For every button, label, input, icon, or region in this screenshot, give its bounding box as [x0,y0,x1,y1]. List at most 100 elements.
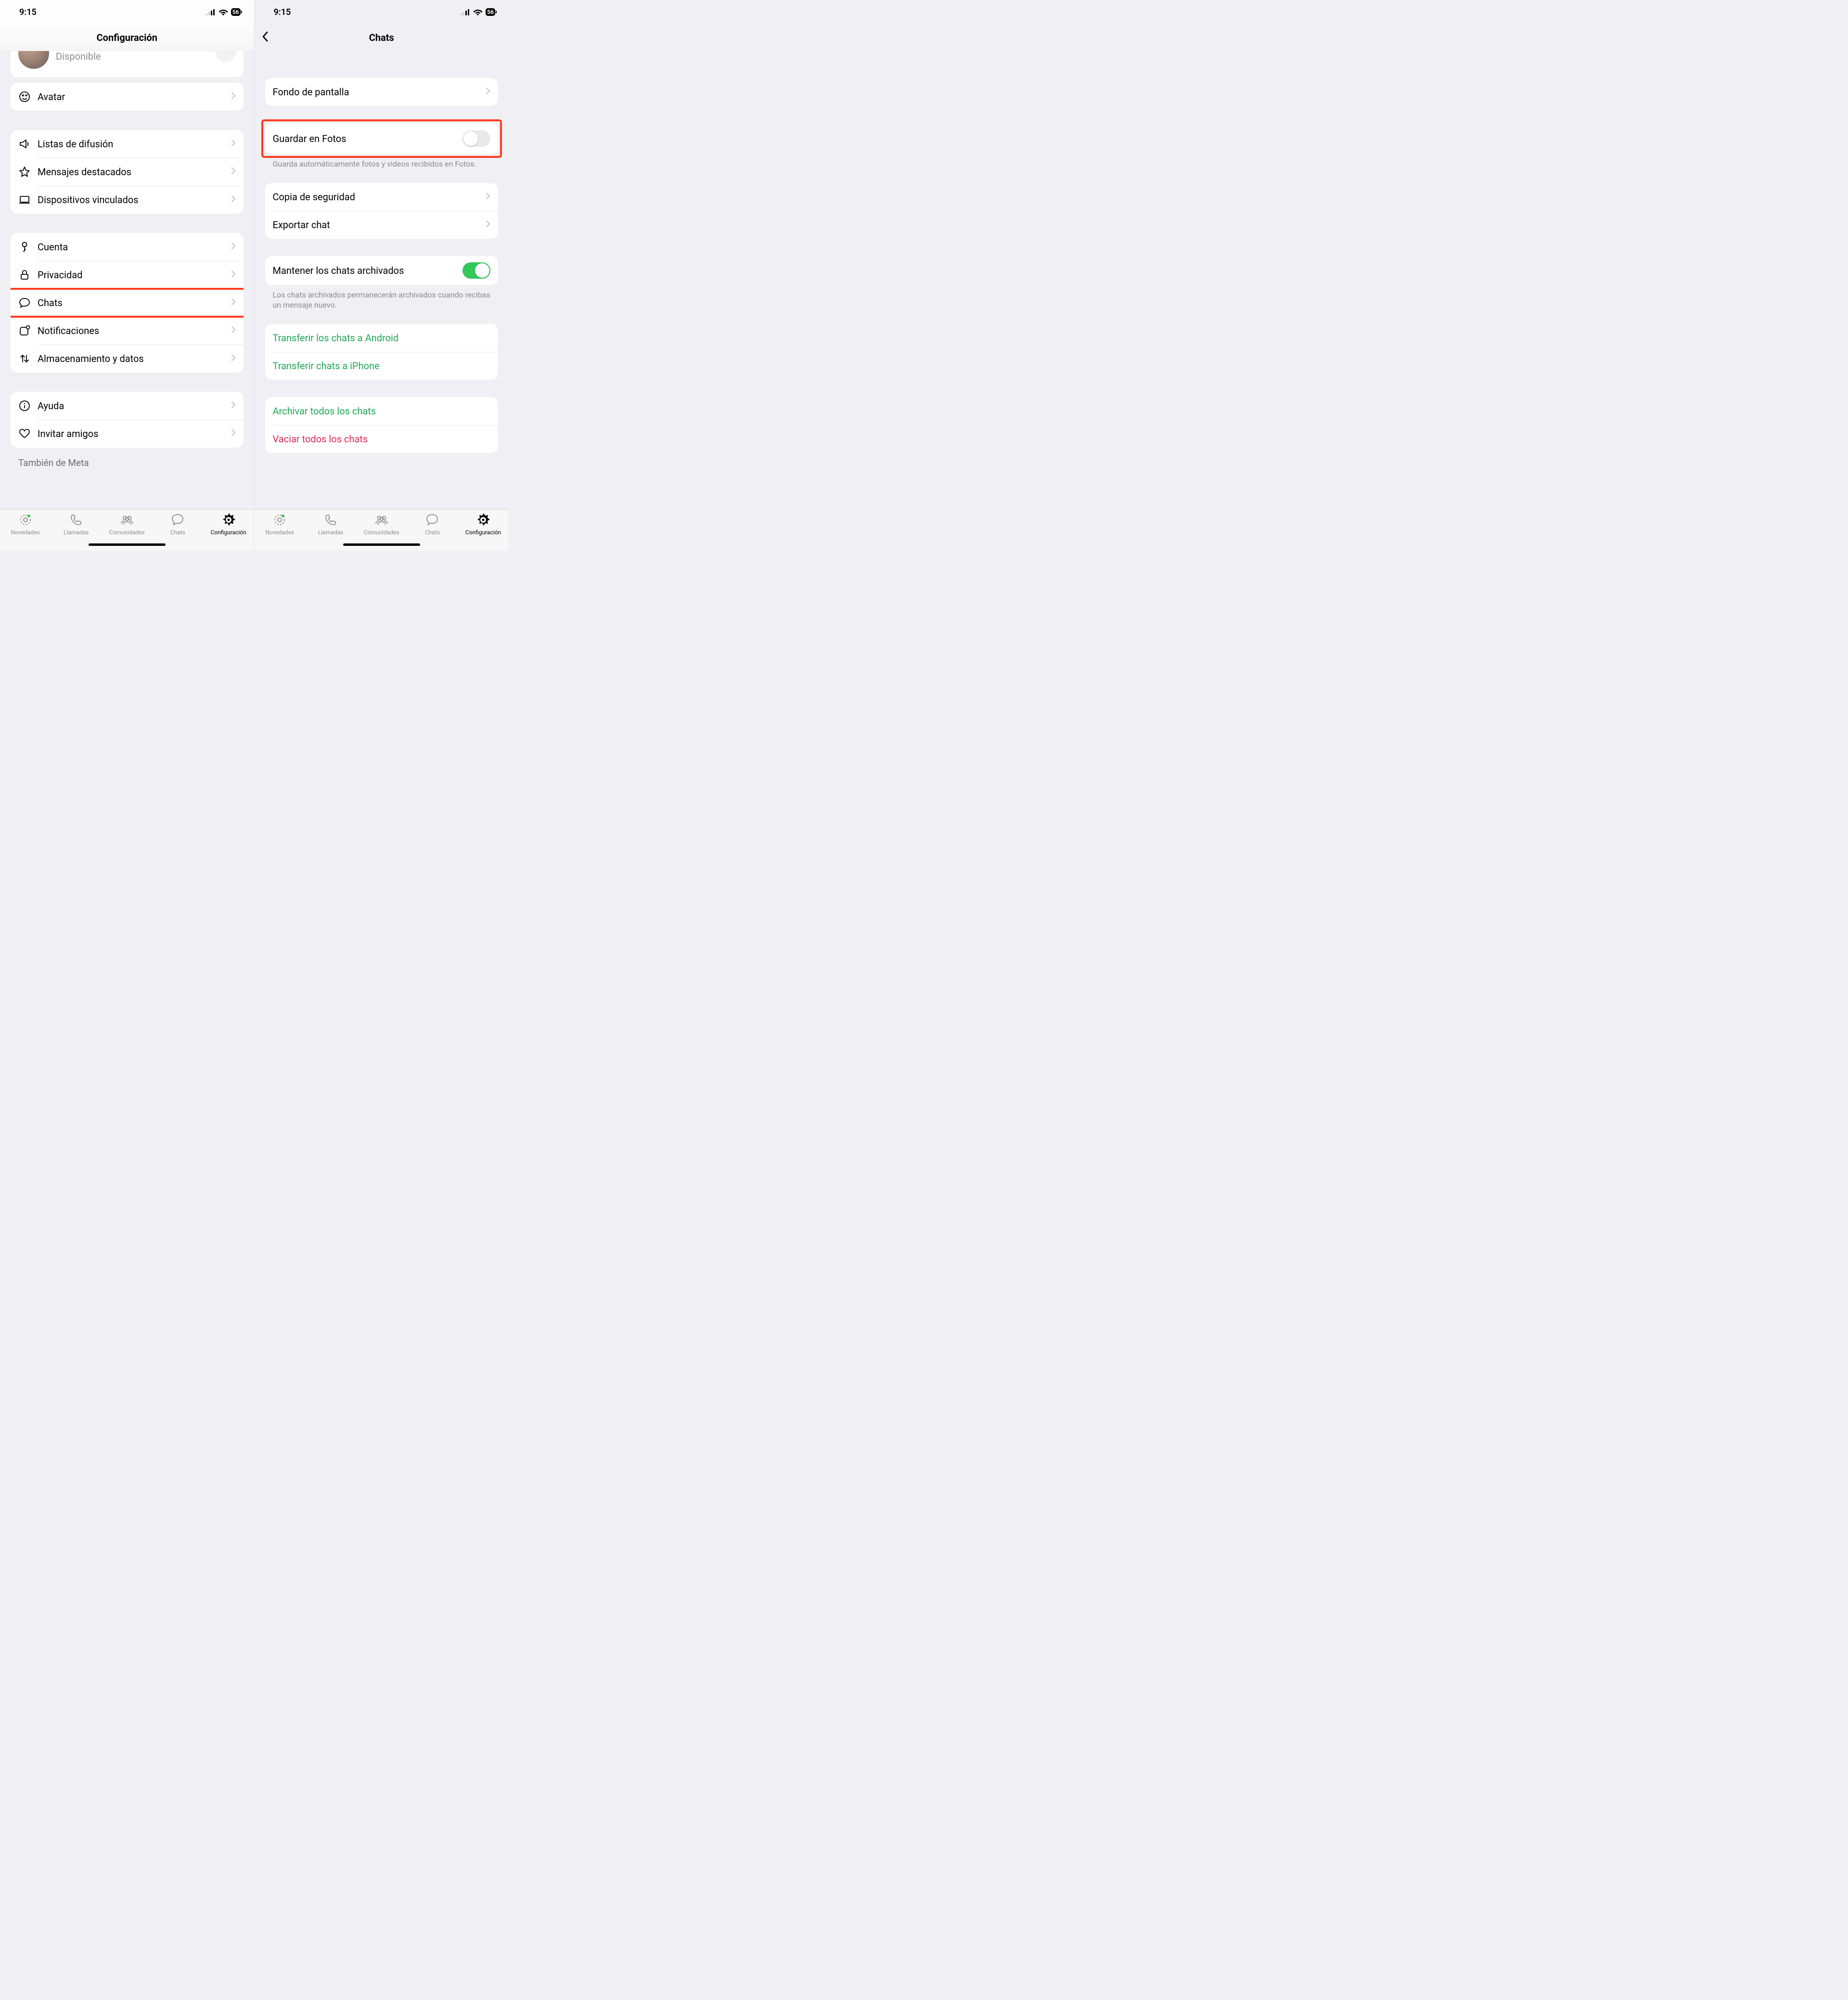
save-to-photos-cell[interactable]: Guardar en Fotos [265,123,499,154]
export-label: Exportar chat [273,219,486,231]
notifications-cell[interactable]: Notificaciones [11,317,244,345]
linked-devices-cell[interactable]: Dispositivos vinculados [11,186,244,214]
lock-icon [18,269,35,281]
tab-updates[interactable]: Novedades [255,513,306,551]
transfer-iphone-cell[interactable]: Transferir chats a iPhone [265,352,499,380]
wallpaper-cell[interactable]: Fondo de pantalla [265,78,499,106]
starred-messages-cell[interactable]: Mensajes destacados [11,158,244,186]
profile-status-text: Disponible [56,51,101,62]
back-button[interactable] [261,31,269,44]
tab-settings[interactable]: Configuración [203,513,254,551]
keep-archived-label: Mantener los chats archivados [273,265,463,276]
chevron-right-icon [231,401,236,411]
chats-scroll[interactable]: Fondo de pantalla Guardar en Fotos Guard… [255,51,509,509]
keep-archived-cell[interactable]: Mantener los chats archivados [265,256,499,285]
clear-all-cell[interactable]: Vaciar todos los chats [265,425,499,453]
nav-header: Configuración [0,24,254,51]
cellular-icon [461,9,470,15]
status-time: 9:15 [19,7,37,17]
tab-calls-label: Llamadas [318,529,343,536]
avatar-cell[interactable]: Avatar [11,83,244,111]
avatar-label: Avatar [38,91,231,103]
archive-all-cell[interactable]: Archivar todos los chats [265,397,499,425]
avatar [18,51,49,69]
help-cell[interactable]: Ayuda [11,392,244,420]
wifi-icon [473,9,483,15]
notifications-label: Notificaciones [38,325,231,336]
status-time: 9:15 [274,7,291,17]
tab-settings[interactable]: Configuración [458,513,509,551]
broadcast-label: Listas de difusión [38,138,231,150]
backup-cell[interactable]: Copia de seguridad [265,183,499,211]
group-archive-clear: Archivar todos los chats Vaciar todos lo… [265,397,499,453]
keep-archived-toggle[interactable] [462,262,490,279]
home-indicator [89,543,166,546]
linked-label: Dispositivos vinculados [38,194,231,206]
arrows-up-down-icon [18,352,35,365]
chevron-right-icon [231,242,236,252]
group-lists: Listas de difusión Mensajes destacados D… [11,130,244,214]
tab-updates-label: Novedades [265,529,294,536]
laptop-icon [18,194,35,206]
chats-label: Chats [38,297,231,309]
qr-badge[interactable] [216,51,236,62]
starred-label: Mensajes destacados [38,166,231,178]
tab-settings-label: Configuración [211,529,246,536]
transfer-android-label: Transferir los chats a Android [273,332,491,344]
status-bar: 9:15 56 [0,0,254,24]
status-icons: 56 [461,8,495,16]
transfer-android-cell[interactable]: Transferir los chats a Android [265,324,499,352]
key-icon [18,241,35,253]
backup-label: Copia de seguridad [273,191,486,203]
phone-screen-chats: 9:15 56 Chats Fondo de pantalla Guardar … [255,0,509,551]
battery-icon: 56 [486,8,495,16]
chat-bubble-icon [18,297,35,309]
account-cell[interactable]: Cuenta [11,233,244,261]
storage-label: Almacenamiento y datos [38,353,231,364]
status-bar: 9:15 56 [255,0,509,24]
chats-cell[interactable]: Chats [11,289,244,317]
tab-updates[interactable]: Novedades [0,513,51,551]
wifi-icon [218,9,228,15]
export-chat-cell[interactable]: Exportar chat [265,211,499,239]
privacy-cell[interactable]: Privacidad [11,261,244,289]
chevron-right-icon [231,92,236,102]
also-from-meta-label: También de Meta [0,448,254,468]
status-icons: 56 [206,8,241,16]
group-settings-main: Cuenta Privacidad Chats [11,233,244,373]
tab-settings-label: Configuración [465,529,501,536]
clear-all-label: Vaciar todos los chats [273,433,491,445]
privacy-label: Privacidad [38,269,231,281]
storage-cell[interactable]: Almacenamiento y datos [11,345,244,373]
transfer-iphone-label: Transferir chats a iPhone [273,360,491,372]
invite-friends-cell[interactable]: Invitar amigos [11,420,244,448]
tab-chats-label: Chats [425,529,440,536]
tab-chats-label: Chats [170,529,185,536]
group-transfer: Transferir los chats a Android Transferi… [265,324,499,380]
save-photos-footer: Guarda automáticamente fotos y videos re… [255,154,509,169]
app-badge-icon [18,324,35,337]
battery-icon: 56 [231,8,241,16]
chevron-right-icon [231,139,236,149]
tab-bar: Novedades Llamadas Comunidades Chats Con… [255,509,509,551]
tab-calls-label: Llamadas [64,529,89,536]
chevron-left-icon [261,31,269,42]
chevron-right-icon [486,220,490,230]
group-help: Ayuda Invitar amigos [11,392,244,448]
cellular-icon [206,9,216,15]
account-label: Cuenta [38,241,231,253]
invite-label: Invitar amigos [38,428,231,439]
nav-header: Chats [255,24,509,51]
save-photos-toggle[interactable] [462,130,490,147]
settings-scroll[interactable]: Disponible Avatar Listas de difusión [0,51,254,509]
tab-bar: Novedades Llamadas Comunidades Chats Con… [0,509,254,551]
archive-all-label: Archivar todos los chats [273,405,491,417]
heart-icon [18,427,35,440]
chevron-right-icon [231,326,236,335]
broadcast-lists-cell[interactable]: Listas de difusión [11,130,244,158]
page-title: Chats [369,32,394,43]
chevron-right-icon [486,87,490,97]
phone-screen-settings: 9:15 56 Configuración Disponible Avatar [0,0,255,551]
profile-row[interactable]: Disponible [11,51,244,77]
chevron-right-icon [231,167,236,177]
